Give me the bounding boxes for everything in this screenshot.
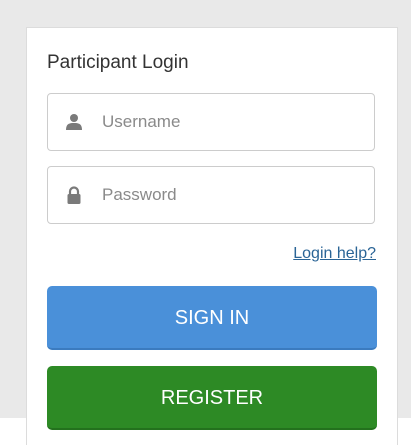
user-icon — [66, 114, 82, 130]
password-field[interactable] — [47, 166, 375, 224]
sign-in-button[interactable]: SIGN IN — [47, 286, 377, 350]
panel-title: Participant Login — [47, 52, 189, 73]
username-input[interactable] — [102, 94, 362, 150]
register-button[interactable]: REGISTER — [47, 366, 377, 430]
login-panel: Participant Login Login help? SIGN IN RE… — [26, 27, 398, 445]
password-input[interactable] — [102, 167, 362, 223]
login-help-link[interactable]: Login help? — [293, 244, 376, 264]
username-field[interactable] — [47, 93, 375, 151]
lock-icon — [67, 186, 81, 204]
